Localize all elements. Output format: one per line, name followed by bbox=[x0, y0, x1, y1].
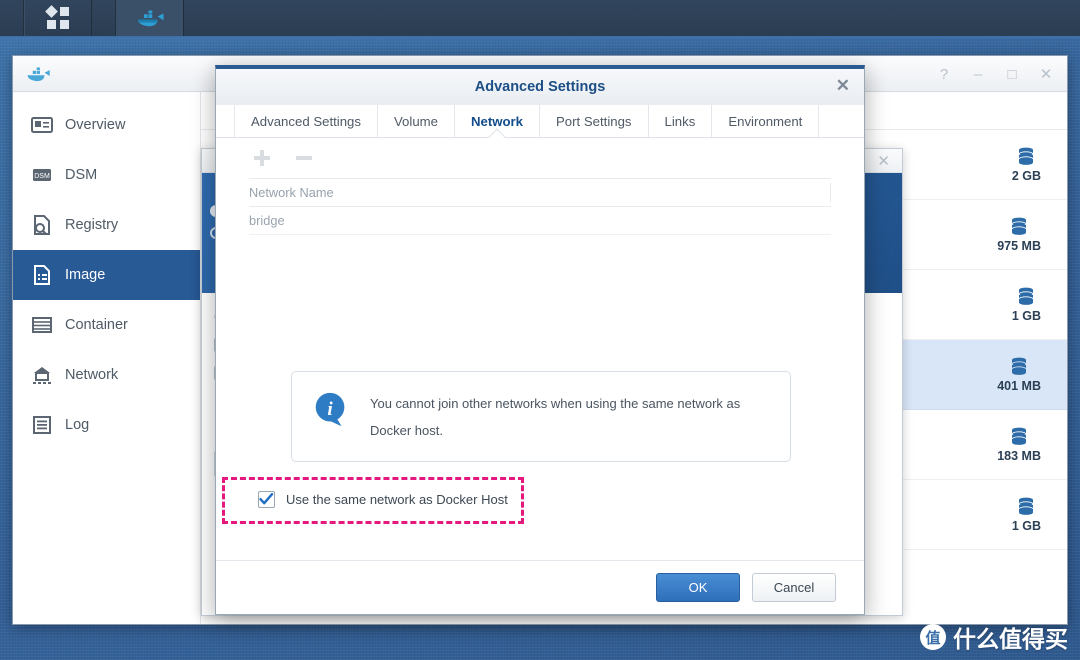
tab-port-settings[interactable]: Port Settings bbox=[540, 105, 649, 137]
tab-label: Environment bbox=[728, 113, 803, 129]
database-stack-icon bbox=[1019, 287, 1034, 305]
cancel-button-label: Cancel bbox=[773, 580, 815, 595]
database-stack-icon bbox=[1011, 427, 1027, 445]
dialog-footer: OK Cancel bbox=[216, 560, 864, 614]
tab-advanced-settings[interactable]: Advanced Settings bbox=[234, 105, 378, 137]
tab-volume[interactable]: Volume bbox=[378, 105, 455, 137]
image-size: 975 MB bbox=[997, 239, 1041, 253]
sidebar-item-label: Registry bbox=[65, 217, 119, 233]
use-docker-host-network-checkbox[interactable] bbox=[258, 490, 275, 508]
close-icon[interactable]: ✕ bbox=[836, 77, 850, 94]
database-stack-icon bbox=[1011, 357, 1027, 375]
window-controls: ? – □ ✕ bbox=[929, 56, 1061, 92]
log-list-icon bbox=[33, 416, 51, 434]
tab-label: Network bbox=[470, 113, 524, 129]
image-size: 401 MB bbox=[997, 379, 1041, 393]
network-toolbar bbox=[249, 138, 831, 178]
docker-whale-icon bbox=[138, 10, 164, 27]
docker-host-network-row: Use the same network as Docker Host bbox=[226, 485, 856, 513]
sidebar-item-label: Container bbox=[65, 317, 128, 333]
info-bubble-icon: i bbox=[315, 392, 345, 427]
help-button[interactable]: ? bbox=[929, 61, 959, 87]
image-size: 1 GB bbox=[1011, 309, 1041, 323]
tab-label: Advanced Settings bbox=[251, 113, 361, 129]
dialog-titlebar: Advanced Settings ✕ bbox=[216, 69, 864, 105]
ok-button[interactable]: OK bbox=[656, 573, 740, 602]
svg-text:DSM: DSM bbox=[34, 173, 50, 180]
sidebar-item-image[interactable]: Image bbox=[13, 250, 200, 300]
network-name-cell: bridge bbox=[249, 213, 285, 228]
sidebar-item-network[interactable]: Network bbox=[13, 350, 200, 400]
network-table: Network Name bridge bbox=[249, 178, 831, 235]
advanced-settings-dialog: Advanced Settings ✕ Advanced Settings Vo… bbox=[215, 65, 865, 615]
overview-card-icon bbox=[31, 117, 53, 133]
sidebar-item-dsm[interactable]: DSM DSM bbox=[13, 150, 200, 200]
sidebar-item-label: Image bbox=[65, 267, 106, 283]
image-file-icon bbox=[34, 265, 50, 285]
network-table-row[interactable]: bridge bbox=[249, 207, 831, 235]
dsm-badge-icon: DSM bbox=[33, 169, 51, 181]
info-message-text: You cannot join other networks when usin… bbox=[370, 396, 741, 438]
sidebar-item-container[interactable]: Container bbox=[13, 300, 200, 350]
dialog-tabs: Advanced Settings Volume Network Port Se… bbox=[216, 105, 864, 138]
docker-whale-icon bbox=[27, 67, 50, 81]
sidebar-item-label: Network bbox=[65, 367, 119, 383]
container-box-icon bbox=[32, 317, 52, 333]
maximize-button[interactable]: □ bbox=[997, 61, 1027, 87]
watermark-badge: 值 bbox=[920, 624, 946, 650]
sidebar-item-log[interactable]: Log bbox=[13, 400, 200, 450]
taskbar-docker-button[interactable] bbox=[116, 0, 184, 36]
database-stack-icon bbox=[1019, 497, 1034, 515]
column-divider[interactable] bbox=[830, 183, 831, 202]
tab-environment[interactable]: Environment bbox=[712, 105, 820, 137]
sidebar-item-label: Log bbox=[65, 417, 90, 433]
minimize-button[interactable]: – bbox=[963, 61, 993, 87]
minus-icon[interactable] bbox=[294, 148, 314, 168]
tab-label: Links bbox=[664, 113, 696, 129]
tab-network[interactable]: Network bbox=[455, 105, 541, 137]
sidebar-item-label: DSM bbox=[65, 167, 98, 183]
cancel-button[interactable]: Cancel bbox=[752, 573, 836, 602]
sidebar-item-label: Overview bbox=[65, 117, 126, 133]
database-stack-icon bbox=[1019, 147, 1034, 165]
watermark: 值 什么值得买 bbox=[920, 620, 1068, 654]
close-icon[interactable]: ✕ bbox=[877, 152, 890, 170]
sidebar-item-registry[interactable]: Registry bbox=[13, 200, 200, 250]
sidebar: Overview DSM DSM Registry Image Containe… bbox=[13, 92, 201, 624]
image-size: 183 MB bbox=[997, 449, 1041, 463]
network-table-header: Network Name bbox=[249, 179, 831, 207]
taskbar-edge-cell bbox=[0, 0, 24, 36]
taskbar-dsm-menu-button[interactable] bbox=[24, 0, 92, 36]
network-house-icon bbox=[33, 367, 51, 384]
database-stack-icon bbox=[1011, 217, 1027, 235]
image-size: 2 GB bbox=[1011, 169, 1041, 183]
taskbar bbox=[0, 0, 1080, 38]
tab-label: Port Settings bbox=[556, 113, 632, 129]
page-title: Advanced Settings bbox=[474, 79, 606, 95]
sidebar-item-overview[interactable]: Overview bbox=[13, 100, 200, 150]
info-message-box: i You cannot join other networks when us… bbox=[291, 371, 791, 462]
image-size: 1 GB bbox=[1011, 519, 1041, 533]
use-docker-host-network-label: Use the same network as Docker Host bbox=[286, 491, 508, 507]
watermark-text: 什么值得买 bbox=[953, 626, 1068, 652]
registry-search-icon bbox=[34, 215, 50, 235]
grid-squares-icon bbox=[45, 5, 69, 29]
svg-text:i: i bbox=[327, 399, 333, 420]
tab-links[interactable]: Links bbox=[649, 105, 713, 137]
tab-label: Volume bbox=[393, 113, 438, 129]
plus-icon[interactable] bbox=[252, 148, 272, 168]
taskbar-gap-cell bbox=[92, 0, 116, 36]
ok-button-label: OK bbox=[688, 580, 708, 595]
column-header-network-name: Network Name bbox=[249, 185, 334, 200]
close-button[interactable]: ✕ bbox=[1031, 61, 1061, 87]
network-tab-panel: Network Name bridge i You cannot join ot… bbox=[216, 138, 864, 560]
checkmark-icon bbox=[259, 492, 274, 504]
